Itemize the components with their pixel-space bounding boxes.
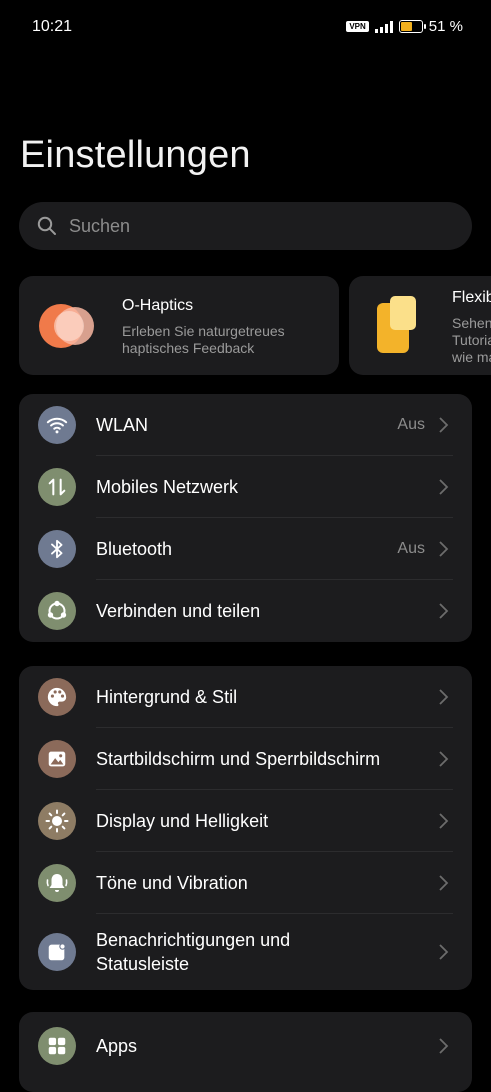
chevron-right-icon bbox=[439, 1038, 449, 1054]
settings-group-display: Hintergrund & Stil Startbildschirm und S… bbox=[19, 666, 472, 990]
flexible-icon bbox=[377, 296, 416, 353]
settings-item-label: Benachrichtigungen und Statusleiste bbox=[96, 928, 290, 976]
settings-item-hintergrund-stil[interactable]: Hintergrund & Stil bbox=[19, 666, 472, 728]
signal-icon bbox=[374, 20, 393, 33]
settings-item-startbildschirm[interactable]: Startbildschirm und Sperrbildschirm bbox=[19, 728, 472, 790]
bluetooth-icon bbox=[38, 530, 76, 568]
settings-item-apps[interactable]: Apps bbox=[19, 1012, 472, 1080]
palette-icon bbox=[38, 678, 76, 716]
vpn-icon: VPN bbox=[346, 21, 369, 32]
settings-item-label: Apps bbox=[96, 1036, 138, 1056]
battery-icon bbox=[398, 20, 426, 33]
settings-item-mobiles-netzwerk[interactable]: Mobiles Netzwerk bbox=[19, 456, 472, 518]
settings-item-toene-und-vibration[interactable]: Töne und Vibration bbox=[19, 852, 472, 914]
card-title: Flexib bbox=[452, 289, 491, 306]
chevron-right-icon bbox=[439, 813, 449, 829]
chevron-right-icon bbox=[439, 944, 449, 960]
status-bar: 10:21 VPN 51 % bbox=[0, 0, 491, 56]
card-title: O-Haptics bbox=[122, 297, 194, 314]
chevron-right-icon bbox=[439, 479, 449, 495]
settings-group-connectivity: WLAN Aus Mobiles Netzwerk Bluetooth Aus … bbox=[19, 394, 472, 642]
chevron-right-icon bbox=[439, 417, 449, 433]
haptics-icon bbox=[39, 304, 94, 348]
notification-icon bbox=[38, 933, 76, 971]
search-bar[interactable] bbox=[19, 202, 472, 250]
apps-icon bbox=[38, 1027, 76, 1065]
card-subtitle: Tutoria bbox=[452, 332, 491, 348]
settings-item-label: Bluetooth bbox=[96, 539, 173, 559]
mobile-data-icon bbox=[38, 468, 76, 506]
status-icons: VPN 51 % bbox=[346, 18, 463, 35]
bell-icon bbox=[38, 864, 76, 902]
image-icon bbox=[38, 740, 76, 778]
settings-item-label: Mobiles Netzwerk bbox=[96, 477, 239, 497]
settings-item-benachrichtigungen[interactable]: Benachrichtigungen und Statusleiste bbox=[19, 914, 472, 990]
settings-item-label: Töne und Vibration bbox=[96, 873, 248, 893]
chevron-right-icon bbox=[439, 689, 449, 705]
settings-item-display-und-helligkeit[interactable]: Display und Helligkeit bbox=[19, 790, 472, 852]
wifi-icon bbox=[38, 406, 76, 444]
brightness-icon bbox=[38, 802, 76, 840]
card-o-haptics[interactable]: O-Haptics Erleben Sie naturgetreues hapt… bbox=[19, 276, 339, 375]
page-title: Einstellungen bbox=[20, 134, 251, 176]
chevron-right-icon bbox=[439, 875, 449, 891]
battery-percent: 51 % bbox=[428, 18, 463, 35]
status-time: 10:21 bbox=[32, 18, 73, 35]
settings-item-value: Aus bbox=[397, 540, 425, 557]
label-line: Statusleiste bbox=[96, 954, 190, 974]
settings-item-label: Hintergrund & Stil bbox=[96, 687, 238, 707]
settings-item-label: Startbildschirm und Sperrbildschirm bbox=[96, 749, 381, 769]
card-flexible[interactable]: Flexib Sehen Tutoria wie ma bbox=[349, 276, 491, 375]
search-icon bbox=[37, 216, 56, 235]
settings-item-bluetooth[interactable]: Bluetooth Aus bbox=[19, 518, 472, 580]
settings-item-wlan[interactable]: WLAN Aus bbox=[19, 394, 472, 456]
search-input[interactable] bbox=[67, 214, 431, 238]
card-subtitle: Sehen bbox=[452, 315, 491, 331]
settings-group-apps: Apps bbox=[19, 1012, 472, 1092]
settings-item-label: WLAN bbox=[96, 415, 149, 435]
settings-item-label: Verbinden und teilen bbox=[96, 601, 261, 621]
card-subtitle: haptisches Feedback bbox=[122, 340, 255, 356]
settings-item-label: Display und Helligkeit bbox=[96, 811, 269, 831]
feature-cards: O-Haptics Erleben Sie naturgetreues hapt… bbox=[19, 276, 491, 375]
chevron-right-icon bbox=[439, 751, 449, 767]
card-subtitle: Erleben Sie naturgetreues bbox=[122, 323, 285, 339]
card-subtitle: wie ma bbox=[452, 349, 491, 365]
settings-item-value: Aus bbox=[397, 416, 425, 433]
label-line: Benachrichtigungen und bbox=[96, 930, 291, 950]
chevron-right-icon bbox=[439, 603, 449, 619]
share-icon bbox=[38, 592, 76, 630]
settings-item-verbinden-und-teilen[interactable]: Verbinden und teilen bbox=[19, 580, 472, 642]
chevron-right-icon bbox=[439, 541, 449, 557]
